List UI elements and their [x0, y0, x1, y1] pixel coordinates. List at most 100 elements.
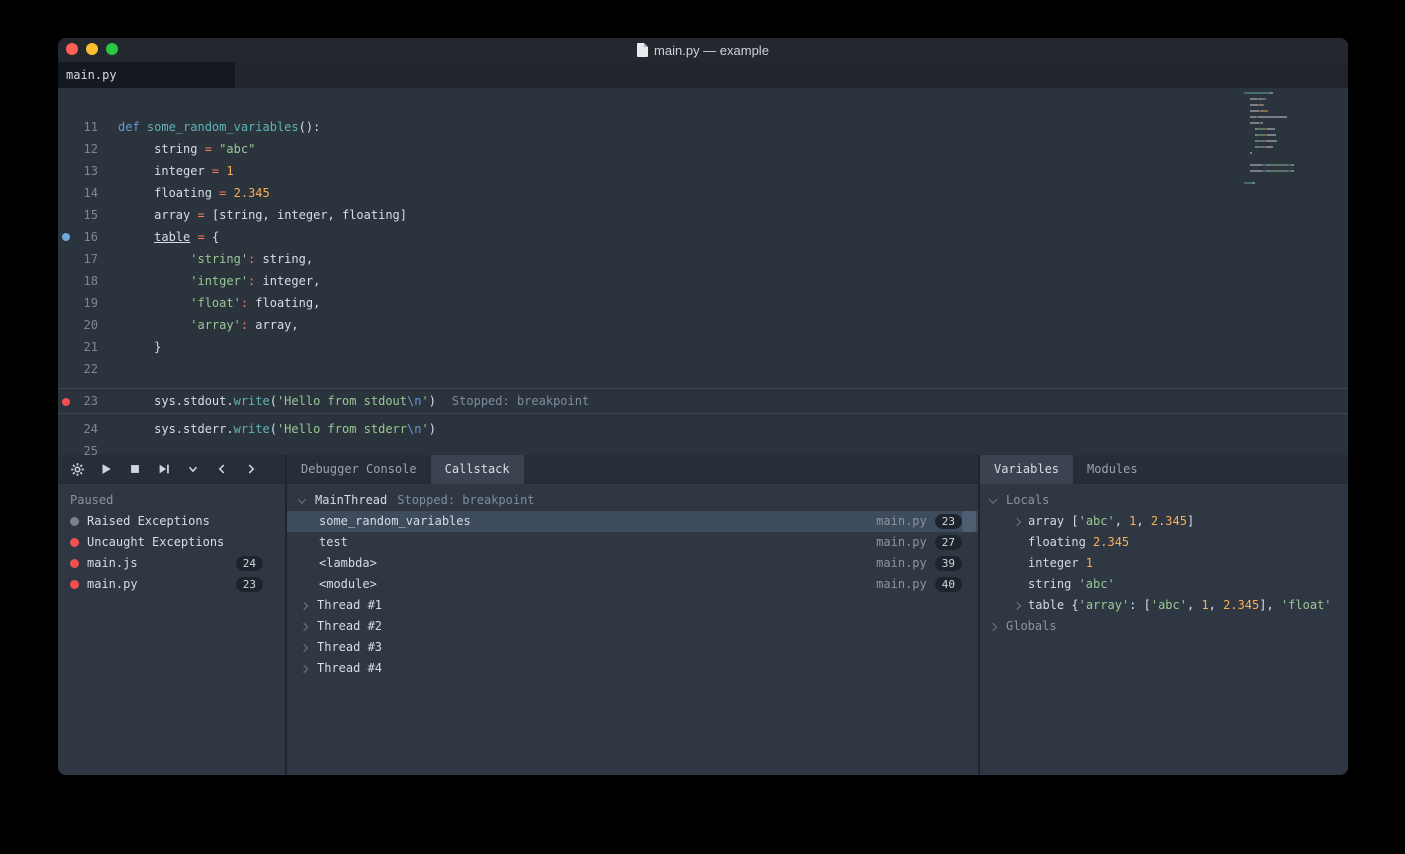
- code-token: string,: [255, 252, 313, 266]
- code-line-21[interactable]: 21 }: [58, 336, 1348, 358]
- titlebar[interactable]: main.py — example: [58, 38, 1348, 62]
- variable-row[interactable]: integer 1: [980, 553, 1348, 574]
- code-text: table = {: [98, 226, 219, 248]
- code-token: 1: [226, 164, 233, 178]
- thread-row[interactable]: Thread #1: [287, 595, 978, 616]
- code-line-18[interactable]: 18 'intger': integer,: [58, 270, 1348, 292]
- variable-row[interactable]: array ['abc', 1, 2.345]: [980, 511, 1348, 532]
- callstack-frame[interactable]: some_random_variablesmain.py23: [287, 511, 978, 532]
- code-line-12[interactable]: 12 string = "abc": [58, 138, 1348, 160]
- scrollbar-thumb[interactable]: [962, 511, 976, 532]
- code-line-22[interactable]: 22: [58, 358, 1348, 380]
- variables-section-globals[interactable]: Globals: [980, 616, 1348, 637]
- breakpoint-enabled-dot[interactable]: [70, 559, 79, 568]
- step-icon[interactable]: [156, 461, 172, 477]
- breakpoint-item[interactable]: Uncaught Exceptions: [58, 532, 285, 553]
- code-line-11[interactable]: 11def some_random_variables():: [58, 116, 1348, 138]
- code-line-13[interactable]: 13 integer = 1: [58, 160, 1348, 182]
- breakpoint-item[interactable]: Raised Exceptions: [58, 511, 285, 532]
- line-number-gutter[interactable]: 23: [58, 389, 98, 413]
- chevron-right-icon: [989, 622, 997, 630]
- code-line-14[interactable]: 14 floating = 2.345: [58, 182, 1348, 204]
- frame-name: some_random_variables: [319, 511, 471, 532]
- debugger-toolbar: [58, 455, 285, 484]
- debugger-panel: Paused Raised ExceptionsUncaught Excepti…: [58, 455, 285, 775]
- variable-row[interactable]: table {'array': ['abc', 1, 2.345], 'floa…: [980, 595, 1348, 616]
- callstack-frame[interactable]: testmain.py27: [287, 532, 978, 553]
- code-token: integer: [118, 164, 212, 178]
- code-text: 'array': array,: [98, 314, 299, 336]
- chevron-right-icon: [300, 622, 308, 630]
- line-number-gutter[interactable]: 11: [58, 116, 98, 138]
- line-number-gutter[interactable]: 12: [58, 138, 98, 160]
- code-line-24[interactable]: 24 sys.stderr.write('Hello from stderr\n…: [58, 418, 1348, 440]
- tab-variables[interactable]: Variables: [980, 455, 1073, 484]
- thread-header-mainthread[interactable]: MainThread Stopped: breakpoint: [287, 490, 978, 511]
- thread-row[interactable]: Thread #3: [287, 637, 978, 658]
- line-number-gutter[interactable]: 19: [58, 292, 98, 314]
- code-editor[interactable]: 11def some_random_variables():12 string …: [58, 88, 1348, 455]
- frame-line-badge: 23: [935, 514, 962, 529]
- navigate-back-icon[interactable]: [214, 461, 230, 477]
- thread-label: Thread #2: [317, 616, 382, 637]
- code-line-23[interactable]: 23 sys.stdout.write('Hello from stdout\n…: [58, 388, 1348, 414]
- breakpoint-enabled-dot[interactable]: [70, 580, 79, 589]
- navigate-forward-icon[interactable]: [243, 461, 259, 477]
- breakpoint-disabled-dot[interactable]: [70, 517, 79, 526]
- line-number-gutter[interactable]: 20: [58, 314, 98, 336]
- tab-callstack[interactable]: Callstack: [431, 455, 524, 484]
- section-label: Globals: [1006, 616, 1057, 637]
- tab-modules[interactable]: Modules: [1073, 455, 1152, 484]
- line-number: 14: [84, 186, 98, 200]
- variable-row[interactable]: string 'abc': [980, 574, 1348, 595]
- code-token: ,: [1209, 598, 1223, 612]
- code-line-25[interactable]: 25: [58, 440, 1348, 455]
- code-line-20[interactable]: 20 'array': array,: [58, 314, 1348, 336]
- tab-debugger-console[interactable]: Debugger Console: [287, 455, 431, 484]
- line-number-gutter[interactable]: 16: [58, 226, 98, 248]
- thread-row[interactable]: Thread #4: [287, 658, 978, 679]
- code-line-16[interactable]: 16 table = {: [58, 226, 1348, 248]
- close-window-button[interactable]: [66, 43, 78, 55]
- breakpoint-dot-red[interactable]: [62, 398, 70, 406]
- frame-location: main.py40: [876, 574, 978, 595]
- line-number-gutter[interactable]: 22: [58, 358, 98, 380]
- minimap-line: [1244, 146, 1322, 148]
- code-line-15[interactable]: 15 array = [string, integer, floating]: [58, 204, 1348, 226]
- breakpoint-enabled-dot[interactable]: [70, 538, 79, 547]
- callstack-frame[interactable]: <lambda>main.py39: [287, 553, 978, 574]
- line-number-gutter[interactable]: 21: [58, 336, 98, 358]
- code-line-17[interactable]: 17 'string': string,: [58, 248, 1348, 270]
- line-number-gutter[interactable]: 25: [58, 440, 98, 455]
- continue-play-icon[interactable]: [98, 461, 114, 477]
- line-number-gutter[interactable]: 17: [58, 248, 98, 270]
- code-token: floating,: [248, 296, 320, 310]
- line-number-gutter[interactable]: 14: [58, 182, 98, 204]
- line-number-gutter[interactable]: 15: [58, 204, 98, 226]
- stop-icon[interactable]: [127, 461, 143, 477]
- thread-row[interactable]: Thread #2: [287, 616, 978, 637]
- line-number-gutter[interactable]: 13: [58, 160, 98, 182]
- code-token: :: [241, 296, 248, 310]
- chevron-right-icon: [1013, 601, 1021, 609]
- breakpoint-dot-blue[interactable]: [62, 233, 70, 241]
- breakpoint-label: main.py: [87, 574, 138, 595]
- minimize-window-button[interactable]: [86, 43, 98, 55]
- line-number-gutter[interactable]: 24: [58, 418, 98, 440]
- minimap-line: [1244, 152, 1322, 154]
- variable-row[interactable]: floating 2.345: [980, 532, 1348, 553]
- tab-main-py[interactable]: main.py: [58, 62, 235, 88]
- zoom-window-button[interactable]: [106, 43, 118, 55]
- minimap[interactable]: [1244, 92, 1322, 188]
- line-number-gutter[interactable]: 18: [58, 270, 98, 292]
- code-token: write: [234, 394, 270, 408]
- breakpoint-item[interactable]: main.js24: [58, 553, 285, 574]
- code-line-19[interactable]: 19 'float': floating,: [58, 292, 1348, 314]
- minimap-line: [1244, 158, 1322, 160]
- settings-gear-icon[interactable]: [69, 461, 85, 477]
- code-token: string: [118, 142, 205, 156]
- breakpoint-item[interactable]: main.py23: [58, 574, 285, 595]
- callstack-frame[interactable]: <module>main.py40: [287, 574, 978, 595]
- variables-section-locals[interactable]: Locals: [980, 490, 1348, 511]
- chevron-down-icon[interactable]: [185, 461, 201, 477]
